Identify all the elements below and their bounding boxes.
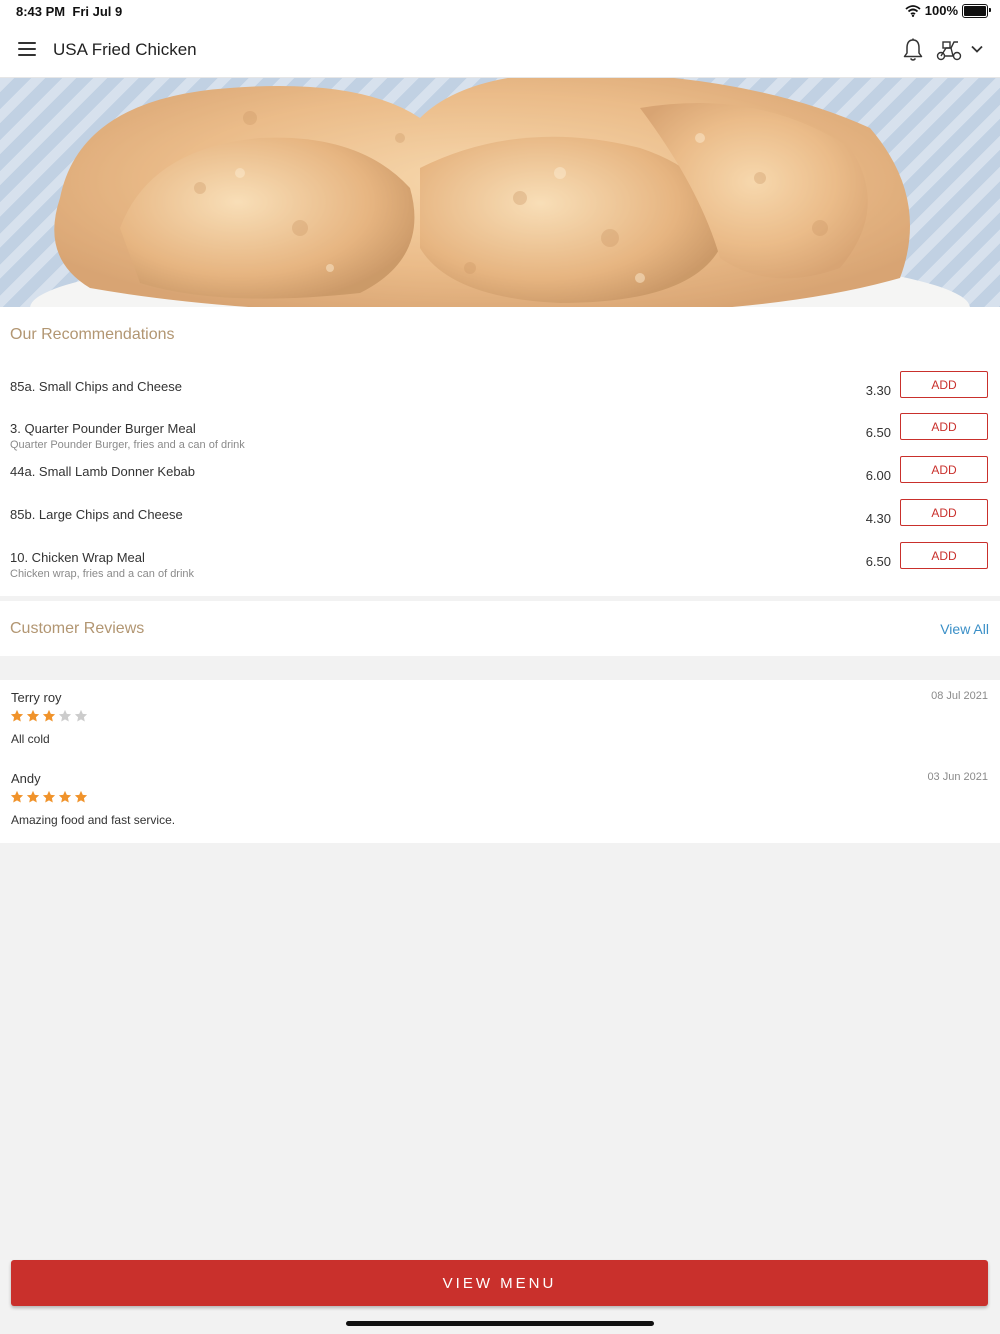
star-icon	[42, 709, 56, 722]
star-icon	[42, 790, 56, 803]
app-title: USA Fried Chicken	[53, 40, 197, 59]
star-icon	[26, 790, 40, 803]
battery-percent: 100%	[924, 3, 958, 18]
item-price: 4.30	[865, 511, 891, 526]
reviews-title: Customer Reviews	[10, 620, 145, 637]
review-date: 08 Jul 2021	[931, 690, 988, 702]
reviewer-name: Terry roy	[11, 690, 62, 705]
reviews-list: Terry roy 08 Jul 2021 All cold Andy 03 J…	[0, 680, 1000, 843]
review-item: Andy 03 Jun 2021 Amazing food and fast s…	[0, 761, 1000, 831]
item-name: 85b. Large Chips and Cheese	[10, 507, 183, 522]
reviews-header: Customer Reviews View All	[0, 601, 1000, 656]
wifi-icon	[905, 4, 921, 17]
status-bar: 8:43 PM Fri Jul 9 100%	[0, 0, 1000, 24]
item-name: 10. Chicken Wrap Meal	[10, 550, 145, 565]
item-price: 6.00	[865, 468, 891, 483]
review-text: All cold	[11, 732, 50, 746]
item-price: 6.50	[865, 425, 891, 440]
item-description: Quarter Pounder Burger, fries and a can …	[10, 439, 245, 451]
add-button[interactable]: ADD	[900, 542, 988, 569]
hero-image	[0, 78, 1000, 307]
item-description: Chicken wrap, fries and a can of drink	[10, 568, 195, 580]
menu-item: 44a. Small Lamb Donner Kebab 6.00 ADD	[0, 456, 1000, 504]
battery-icon	[962, 3, 991, 18]
recommendations-section: Our Recommendations 85a. Small Chips and…	[0, 307, 1000, 596]
item-name: 3. Quarter Pounder Burger Meal	[10, 421, 196, 436]
recommendations-title: Our Recommendations	[10, 326, 175, 343]
star-icon	[58, 709, 72, 722]
star-icon	[26, 709, 40, 722]
view-all-link[interactable]: View All	[940, 621, 989, 637]
star-icon	[10, 709, 24, 722]
status-time: 8:43 PM Fri Jul 9	[16, 4, 123, 19]
item-price: 3.30	[865, 383, 891, 398]
add-button[interactable]: ADD	[900, 371, 988, 398]
menu-item: 85b. Large Chips and Cheese 4.30 ADD	[0, 499, 1000, 547]
menu-icon[interactable]	[18, 42, 36, 56]
menu-item: 3. Quarter Pounder Burger Meal Quarter P…	[0, 413, 1000, 461]
top-bar: USA Fried Chicken	[0, 24, 1000, 78]
star-rating	[10, 709, 88, 723]
review-item: Terry roy 08 Jul 2021 All cold	[0, 680, 1000, 750]
status-indicators: 100%	[905, 3, 991, 18]
view-menu-button[interactable]: VIEW MENU	[11, 1260, 988, 1306]
star-icon	[74, 709, 88, 722]
item-price: 6.50	[865, 554, 891, 569]
menu-item: 10. Chicken Wrap Meal Chicken wrap, frie…	[0, 542, 1000, 590]
scooter-icon[interactable]	[936, 39, 962, 61]
chevron-down-icon[interactable]	[970, 43, 984, 55]
add-button[interactable]: ADD	[900, 499, 988, 526]
star-icon	[74, 790, 88, 803]
star-rating	[10, 790, 88, 804]
star-icon	[10, 790, 24, 803]
item-name: 85a. Small Chips and Cheese	[10, 379, 182, 394]
home-indicator	[346, 1321, 654, 1326]
menu-item: 85a. Small Chips and Cheese 3.30 ADD	[0, 371, 1000, 419]
review-text: Amazing food and fast service.	[11, 813, 176, 827]
item-name: 44a. Small Lamb Donner Kebab	[10, 464, 196, 479]
add-button[interactable]: ADD	[900, 456, 988, 483]
bell-icon[interactable]	[902, 38, 924, 62]
review-date: 03 Jun 2021	[927, 771, 988, 783]
star-icon	[58, 790, 72, 803]
reviewer-name: Andy	[11, 771, 41, 786]
add-button[interactable]: ADD	[900, 413, 988, 440]
